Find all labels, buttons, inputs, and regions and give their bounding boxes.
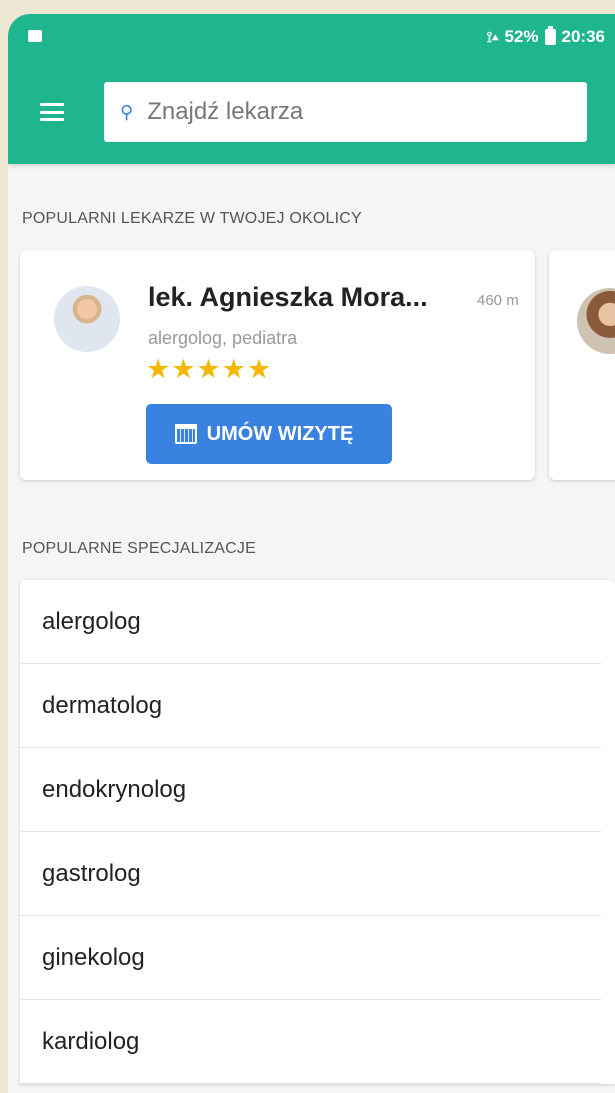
clock: 20:36 bbox=[561, 27, 605, 46]
rating-stars: ★★★★★ bbox=[146, 354, 273, 384]
doctor-avatar bbox=[577, 288, 615, 354]
doctor-avatar bbox=[54, 286, 120, 352]
calendar-icon bbox=[174, 424, 197, 444]
search-box[interactable]: ⚲ bbox=[104, 82, 587, 142]
book-appointment-button[interactable]: UMÓW WIZYTĘ bbox=[146, 404, 392, 464]
popular-specializations-title: POPULARNE SPECJALIZACJE bbox=[22, 540, 256, 557]
doctor-carousel[interactable]: lek. Agnieszka Mora... 460 m alergolog, … bbox=[8, 250, 615, 482]
search-input[interactable] bbox=[145, 97, 587, 127]
app-bar: ⚲ bbox=[8, 60, 615, 164]
list-item[interactable]: ginekolog bbox=[20, 916, 601, 1000]
status-bar: ⟟▴ 52% 20:36 bbox=[8, 14, 615, 60]
doctor-card-next[interactable] bbox=[549, 250, 615, 480]
doctor-distance: 460 m bbox=[477, 292, 519, 309]
doctor-name: lek. Agnieszka Mora... bbox=[148, 282, 428, 312]
list-item[interactable]: gastrolog bbox=[20, 832, 601, 916]
popular-doctors-title: POPULARNI LEKARZE W TWOJEJ OKOLICY bbox=[22, 210, 362, 227]
battery-icon bbox=[544, 26, 556, 45]
specializations-list: alergolog dermatolog endokrynolog gastro… bbox=[20, 580, 615, 1084]
doctor-specialties: alergolog, pediatra bbox=[148, 328, 298, 348]
list-item[interactable]: kardiolog bbox=[20, 1000, 601, 1084]
book-appointment-label: UMÓW WIZYTĘ bbox=[206, 422, 354, 445]
list-item[interactable]: endokrynolog bbox=[20, 748, 601, 832]
app-screen: ⟟▴ 52% 20:36 ⚲ POPULARNI LEKARZE W TWOJE… bbox=[8, 14, 615, 1093]
search-icon: ⚲ bbox=[120, 101, 134, 122]
menu-icon[interactable] bbox=[40, 103, 64, 121]
wifi-signal-icon: ⟟▴ bbox=[486, 28, 499, 46]
gallery-icon bbox=[28, 30, 42, 42]
doctor-card[interactable]: lek. Agnieszka Mora... 460 m alergolog, … bbox=[20, 250, 535, 480]
list-item[interactable]: dermatolog bbox=[20, 664, 601, 748]
list-item[interactable]: alergolog bbox=[20, 580, 601, 664]
battery-percent: 52% bbox=[504, 27, 539, 46]
